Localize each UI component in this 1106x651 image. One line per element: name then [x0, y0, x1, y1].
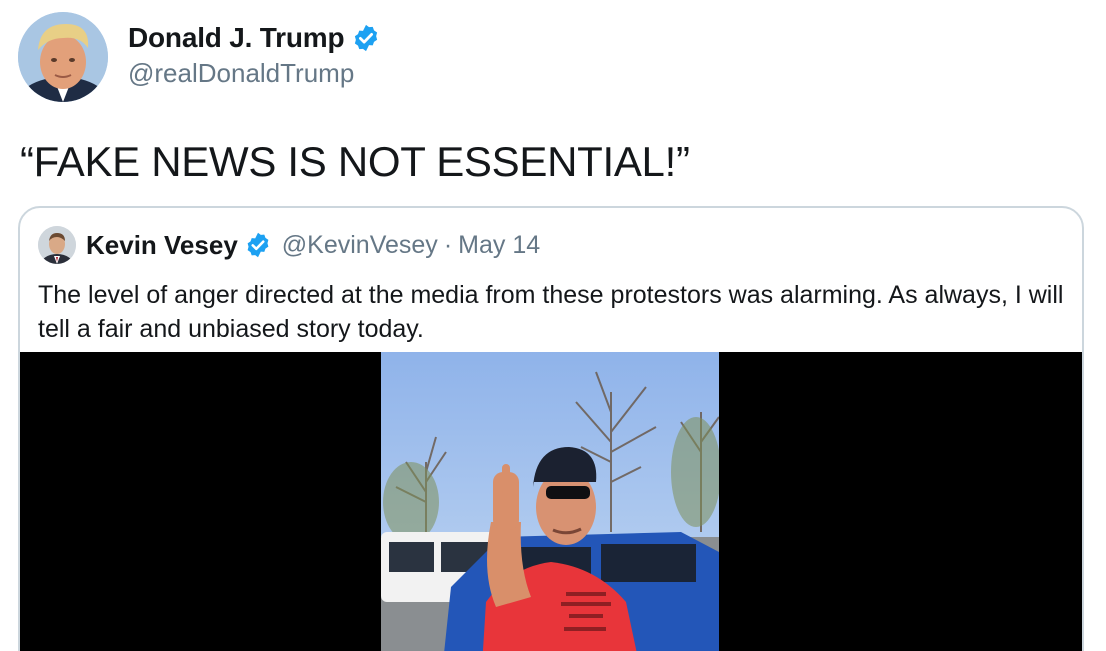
- quoted-tweet-date[interactable]: May 14: [458, 231, 540, 260]
- author-block: Donald J. Trump @realDonaldTrump: [128, 20, 381, 89]
- header-separator: ·: [443, 230, 453, 259]
- quoted-tweet-video[interactable]: [20, 352, 1082, 651]
- author-name[interactable]: Donald J. Trump: [128, 22, 345, 54]
- avatar-photo-icon: [38, 226, 76, 264]
- verified-badge-icon: [247, 232, 269, 258]
- quoted-author-avatar[interactable]: [38, 226, 76, 264]
- video-frame: [381, 352, 719, 651]
- author-avatar[interactable]: [18, 12, 108, 102]
- quoted-tweet-header: Kevin Vesey @KevinVesey · May 14: [38, 226, 540, 264]
- tweet-text: “FAKE NEWS IS NOT ESSENTIAL!”: [20, 138, 690, 185]
- quoted-tweet-text: The level of anger directed at the media…: [38, 281, 1064, 343]
- author-name-row: Donald J. Trump: [128, 20, 381, 56]
- avatar-photo-icon: [18, 12, 108, 102]
- quoted-author-name[interactable]: Kevin Vesey: [86, 230, 238, 261]
- author-handle[interactable]: @realDonaldTrump: [128, 58, 381, 89]
- tweet-card: Donald J. Trump @realDonaldTrump “FAKE N…: [0, 0, 1106, 651]
- verified-badge-icon: [355, 24, 378, 52]
- video-still-image: [381, 352, 719, 651]
- quoted-tweet[interactable]: Kevin Vesey @KevinVesey · May 14 The lev…: [18, 206, 1084, 651]
- quoted-author-handle[interactable]: @KevinVesey: [282, 231, 438, 260]
